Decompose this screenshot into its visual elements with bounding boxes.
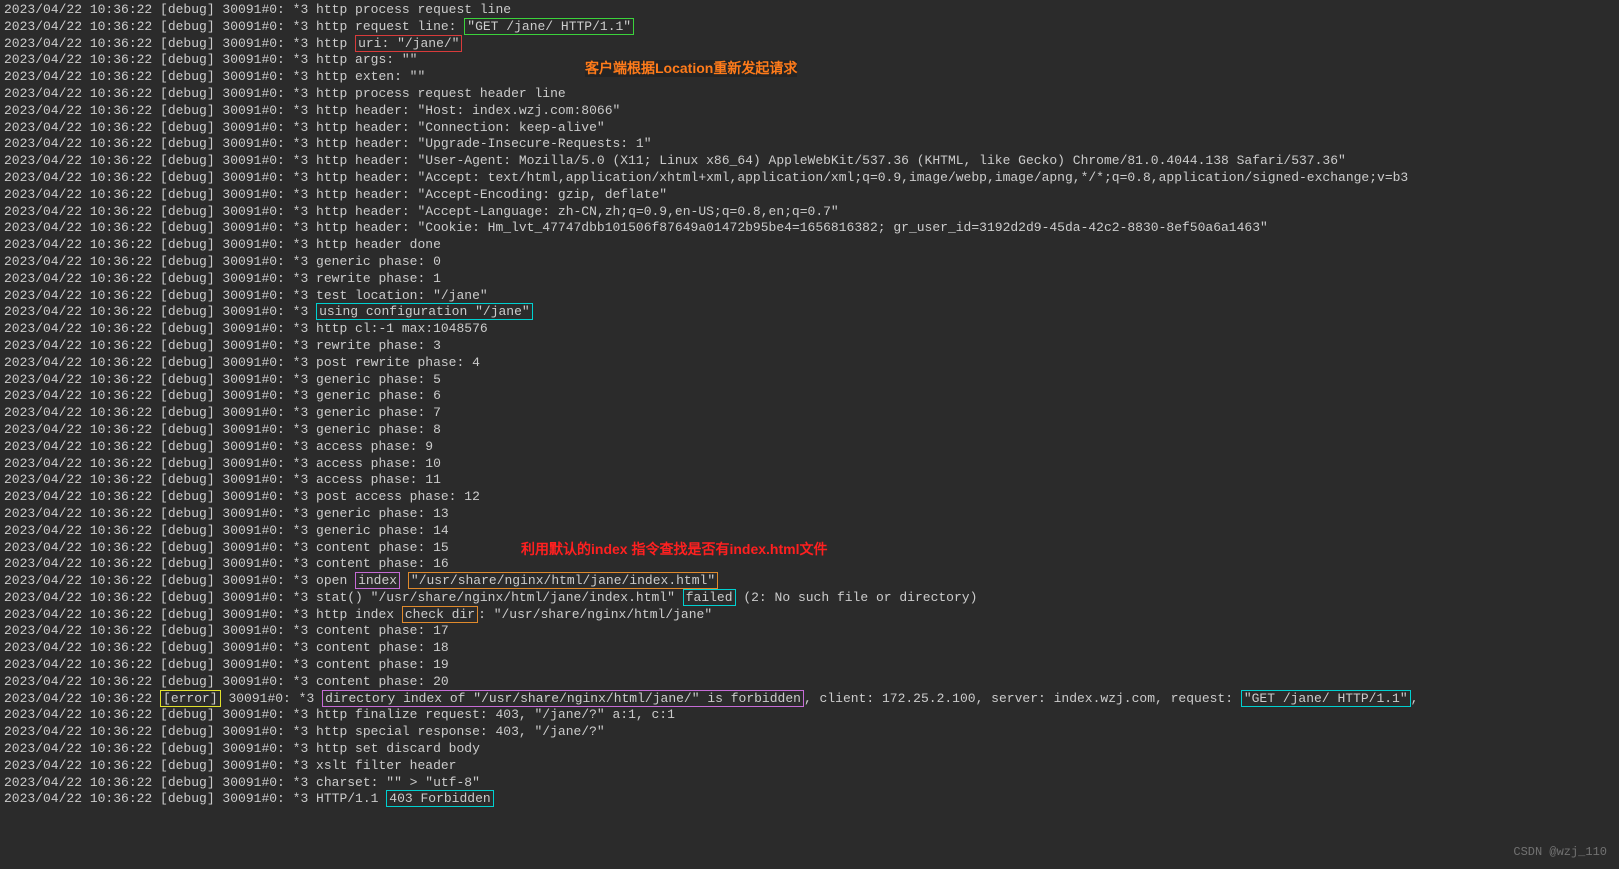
log-line: 2023/04/22 10:36:22 [debug] 30091#0: *3 … — [4, 775, 1615, 792]
watermark: CSDN @wzj_110 — [1513, 844, 1607, 861]
log-line: 2023/04/22 10:36:22 [debug] 30091#0: *3 … — [4, 153, 1615, 170]
log-line: 2023/04/22 10:36:22 [error] 30091#0: *3 … — [4, 691, 1615, 708]
log-line: 2023/04/22 10:36:22 [debug] 30091#0: *3 … — [4, 338, 1615, 355]
log-line: 2023/04/22 10:36:22 [debug] 30091#0: *3 … — [4, 136, 1615, 153]
log-line: 2023/04/22 10:36:22 [debug] 30091#0: *3 … — [4, 271, 1615, 288]
log-line: 2023/04/22 10:36:22 [debug] 30091#0: *3 … — [4, 607, 1615, 624]
log-line: 2023/04/22 10:36:22 [debug] 30091#0: *3 … — [4, 2, 1615, 19]
highlight: directory index of "/usr/share/nginx/htm… — [322, 690, 804, 707]
log-line: 2023/04/22 10:36:22 [debug] 30091#0: *3 … — [4, 707, 1615, 724]
log-line: 2023/04/22 10:36:22 [debug] 30091#0: *3 … — [4, 640, 1615, 657]
log-line: 2023/04/22 10:36:22 [debug] 30091#0: *3 … — [4, 758, 1615, 775]
annotation-red: 利用默认的index 指令查找是否有index.html文件 — [521, 541, 827, 558]
log-line: 2023/04/22 10:36:22 [debug] 30091#0: *3 … — [4, 590, 1615, 607]
highlight: [error] — [160, 690, 221, 707]
log-line: 2023/04/22 10:36:22 [debug] 30091#0: *3 … — [4, 791, 1615, 808]
highlight: check dir — [402, 606, 478, 623]
log-line: 2023/04/22 10:36:22 [debug] 30091#0: *3 … — [4, 355, 1615, 372]
log-line: 2023/04/22 10:36:22 [debug] 30091#0: *3 … — [4, 523, 1615, 540]
log-line: 2023/04/22 10:36:22 [debug] 30091#0: *3 … — [4, 103, 1615, 120]
highlight: 403 Forbidden — [386, 790, 493, 807]
log-line: 2023/04/22 10:36:22 [debug] 30091#0: *3 … — [4, 506, 1615, 523]
log-line: 2023/04/22 10:36:22 [debug] 30091#0: *3 … — [4, 170, 1615, 187]
log-line: 2023/04/22 10:36:22 [debug] 30091#0: *3 … — [4, 674, 1615, 691]
log-line: 2023/04/22 10:36:22 [debug] 30091#0: *3 … — [4, 321, 1615, 338]
highlight: uri: "/jane/" — [355, 35, 462, 52]
highlight: using configuration "/jane" — [316, 303, 533, 320]
log-line: 2023/04/22 10:36:22 [debug] 30091#0: *3 … — [4, 254, 1615, 271]
log-line: 2023/04/22 10:36:22 [debug] 30091#0: *3 … — [4, 288, 1615, 305]
log-line: 2023/04/22 10:36:22 [debug] 30091#0: *3 … — [4, 472, 1615, 489]
log-line: 2023/04/22 10:36:22 [debug] 30091#0: *3 … — [4, 623, 1615, 640]
debug-log: 2023/04/22 10:36:22 [debug] 30091#0: *3 … — [0, 0, 1619, 810]
log-line: 2023/04/22 10:36:22 [debug] 30091#0: *3 … — [4, 304, 1615, 321]
log-line: 2023/04/22 10:36:22 [debug] 30091#0: *3 … — [4, 204, 1615, 221]
highlight: "GET /jane/ HTTP/1.1" — [1241, 690, 1411, 707]
annotation-orange: 客户端根据Location重新发起请求 — [585, 60, 797, 77]
log-line: 2023/04/22 10:36:22 [debug] 30091#0: *3 … — [4, 86, 1615, 103]
log-line: 2023/04/22 10:36:22 [debug] 30091#0: *3 … — [4, 220, 1615, 237]
log-line: 2023/04/22 10:36:22 [debug] 30091#0: *3 … — [4, 388, 1615, 405]
highlight: index — [355, 572, 400, 589]
log-line: 2023/04/22 10:36:22 [debug] 30091#0: *3 … — [4, 36, 1615, 53]
log-line: 2023/04/22 10:36:22 [debug] 30091#0: *3 … — [4, 556, 1615, 573]
log-line: 2023/04/22 10:36:22 [debug] 30091#0: *3 … — [4, 237, 1615, 254]
log-line: 2023/04/22 10:36:22 [debug] 30091#0: *3 … — [4, 456, 1615, 473]
highlight: failed — [683, 589, 736, 606]
log-line: 2023/04/22 10:36:22 [debug] 30091#0: *3 … — [4, 19, 1615, 36]
log-line: 2023/04/22 10:36:22 [debug] 30091#0: *3 … — [4, 657, 1615, 674]
log-line: 2023/04/22 10:36:22 [debug] 30091#0: *3 … — [4, 741, 1615, 758]
log-line: 2023/04/22 10:36:22 [debug] 30091#0: *3 … — [4, 372, 1615, 389]
log-line: 2023/04/22 10:36:22 [debug] 30091#0: *3 … — [4, 489, 1615, 506]
highlight: "GET /jane/ HTTP/1.1" — [464, 18, 634, 35]
log-line: 2023/04/22 10:36:22 [debug] 30091#0: *3 … — [4, 724, 1615, 741]
log-line: 2023/04/22 10:36:22 [debug] 30091#0: *3 … — [4, 69, 1615, 86]
log-line: 2023/04/22 10:36:22 [debug] 30091#0: *3 … — [4, 120, 1615, 137]
log-line: 2023/04/22 10:36:22 [debug] 30091#0: *3 … — [4, 439, 1615, 456]
highlight: "/usr/share/nginx/html/jane/index.html" — [408, 572, 718, 589]
log-line: 2023/04/22 10:36:22 [debug] 30091#0: *3 … — [4, 405, 1615, 422]
log-line: 2023/04/22 10:36:22 [debug] 30091#0: *3 … — [4, 573, 1615, 590]
log-line: 2023/04/22 10:36:22 [debug] 30091#0: *3 … — [4, 187, 1615, 204]
log-line: 2023/04/22 10:36:22 [debug] 30091#0: *3 … — [4, 52, 1615, 69]
log-line: 2023/04/22 10:36:22 [debug] 30091#0: *3 … — [4, 422, 1615, 439]
